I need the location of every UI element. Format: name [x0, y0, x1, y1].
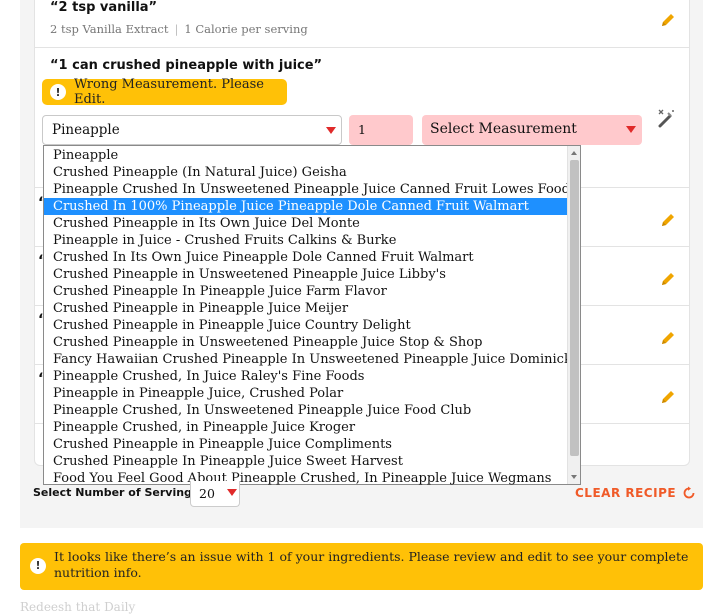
refresh-icon	[683, 486, 695, 499]
row-divider	[34, 47, 690, 48]
dropdown-option[interactable]: Crushed Pineapple in Pineapple Juice Mei…	[44, 300, 568, 317]
dropdown-option[interactable]: Pineapple in Pineapple Juice, Crushed Po…	[44, 385, 568, 402]
measurement-placeholder: Select Measurement	[430, 121, 577, 137]
dropdown-options-list: Pineapple Crushed Pineapple (In Natural J…	[44, 147, 568, 487]
caret-down-icon	[626, 126, 636, 133]
clear-recipe-button[interactable]: CLEAR RECIPE	[575, 486, 696, 500]
measurement-select[interactable]: Select Measurement	[422, 115, 642, 145]
dropdown-option[interactable]: Food You Feel Good About Pineapple Crush…	[44, 470, 568, 487]
dropdown-option[interactable]: Crushed Pineapple in Pineapple Juice Com…	[44, 436, 568, 453]
warning-badge: ! Wrong Measurement. Please Edit.	[42, 77, 287, 107]
dropdown-option[interactable]: Pineapple	[44, 147, 568, 164]
ingredient-title: “2 tsp vanilla”	[50, 0, 158, 15]
dropdown-option[interactable]: Crushed Pineapple in Unsweetened Pineapp…	[44, 266, 568, 283]
pencil-icon[interactable]	[660, 212, 676, 228]
ingredient-calories: 1 Calorie per serving	[184, 22, 308, 36]
dropdown-option[interactable]: Fancy Hawaiian Crushed Pineapple In Unsw…	[44, 351, 568, 368]
ingredient-food: 2 tsp Vanilla Extract	[50, 22, 169, 36]
dropdown-option[interactable]: Crushed Pineapple In Pineapple Juice Swe…	[44, 453, 568, 470]
servings-label: Select Number of Servings:	[33, 486, 203, 499]
ingredient-detail: 2 tsp Vanilla Extract | 1 Calorie per serv…	[50, 22, 308, 36]
dropdown-scrollbar[interactable]	[567, 146, 580, 484]
dropdown-option[interactable]: Pineapple Crushed, In Unsweetened Pineap…	[44, 402, 568, 419]
dropdown-option[interactable]: Crushed Pineapple in Its Own Juice Del M…	[44, 215, 568, 232]
clear-recipe-label: CLEAR RECIPE	[575, 486, 677, 500]
dropdown-option[interactable]: Pineapple Crushed In Unsweetened Pineapp…	[44, 181, 568, 198]
scrollbar-thumb[interactable]	[570, 160, 579, 456]
warning-icon: !	[30, 558, 46, 574]
warning-text: Wrong Measurement. Please Edit.	[74, 77, 264, 107]
scroll-up-icon[interactable]	[571, 151, 577, 155]
footer-faded-text: Redeesh that Daily	[20, 600, 136, 614]
warning-icon: !	[50, 84, 66, 100]
dropdown-option[interactable]: Pineapple in Juice - Crushed Fruits Calk…	[44, 232, 568, 249]
servings-value: 20	[199, 486, 215, 501]
caret-down-icon	[326, 127, 336, 134]
dropdown-option[interactable]: Crushed In 100% Pineapple Juice Pineappl…	[44, 198, 568, 215]
pencil-icon[interactable]	[660, 12, 676, 28]
food-select[interactable]: Pineapple	[42, 115, 342, 145]
dropdown-option[interactable]: Pineapple Crushed, in Pineapple Juice Kr…	[44, 419, 568, 436]
ingredient-issue-notice: ! It looks like there’s an issue with 1 …	[20, 543, 703, 590]
pencil-icon[interactable]	[660, 271, 676, 287]
dropdown-option[interactable]: Crushed Pineapple in Pineapple Juice Cou…	[44, 317, 568, 334]
magic-wand-icon[interactable]	[656, 108, 676, 128]
dropdown-option[interactable]: Crushed Pineapple in Unsweetened Pineapp…	[44, 334, 568, 351]
caret-down-icon	[227, 489, 237, 496]
dropdown-option[interactable]: Crushed In Its Own Juice Pineapple Dole …	[44, 249, 568, 266]
food-options-dropdown[interactable]: Pineapple Crushed Pineapple (In Natural J…	[43, 145, 581, 487]
separator: |	[174, 22, 179, 36]
dropdown-option[interactable]: Pineapple Crushed, In Juice Raley's Fine…	[44, 368, 568, 385]
scroll-down-icon[interactable]	[571, 475, 577, 479]
dropdown-option[interactable]: Crushed Pineapple (In Natural Juice) Gei…	[44, 164, 568, 181]
servings-select[interactable]: 20	[190, 481, 240, 507]
notice-text: It looks like there’s an issue with 1 of…	[54, 549, 689, 580]
pencil-icon[interactable]	[660, 330, 676, 346]
food-select-value: Pineapple	[52, 122, 120, 138]
quantity-input[interactable]: 1	[349, 115, 413, 145]
pencil-icon[interactable]	[660, 389, 676, 405]
ingredient-title: “1 can crushed pineapple with juice”	[50, 58, 323, 73]
dropdown-option[interactable]: Crushed Pineapple In Pineapple Juice Far…	[44, 283, 568, 300]
